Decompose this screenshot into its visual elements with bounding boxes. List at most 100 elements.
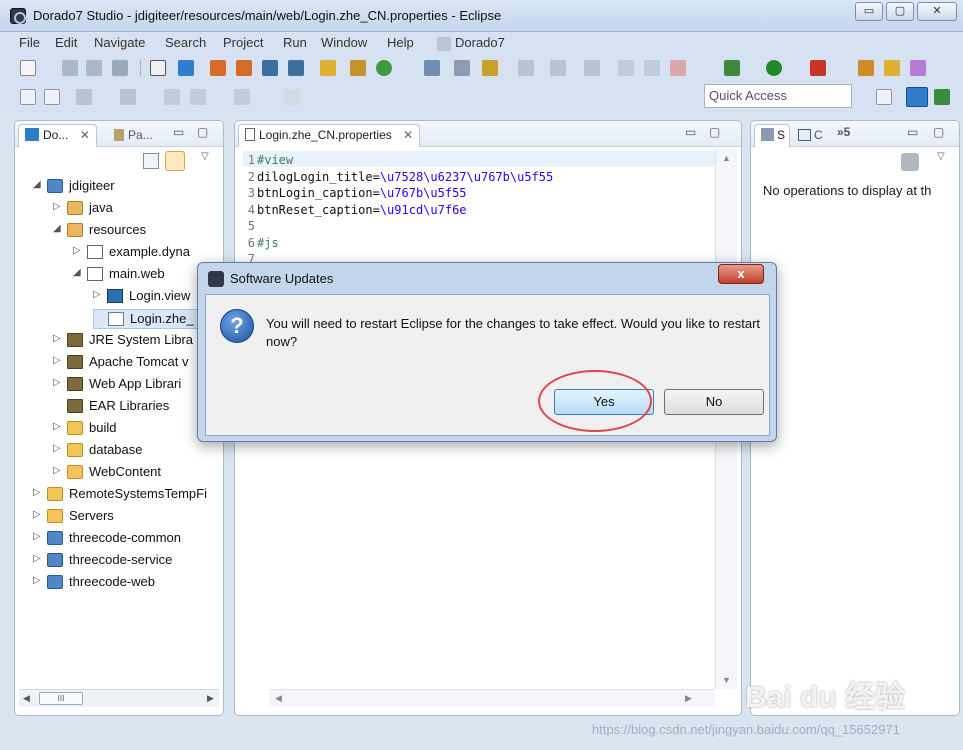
collapsed-arrow-icon[interactable]: ▷	[53, 333, 65, 344]
quick-access-input[interactable]: Quick Access	[704, 84, 852, 108]
collapsed-arrow-icon[interactable]: ▷	[73, 245, 85, 256]
code-line[interactable]: 4 btnReset_caption=\u91cd\u7f6e	[245, 203, 467, 217]
new-icon[interactable]	[20, 60, 36, 76]
menu-window[interactable]: Window	[321, 35, 367, 50]
menu-run[interactable]: Run	[283, 35, 307, 50]
no-button[interactable]: No	[664, 389, 764, 415]
maximize-view-icon[interactable]: ▢	[197, 125, 208, 139]
next-annotation-icon[interactable]	[76, 89, 92, 105]
tree-item[interactable]: ▷ database	[53, 441, 215, 461]
dialog-close-button[interactable]: x	[718, 264, 764, 284]
open-folder-icon[interactable]	[884, 60, 900, 76]
layout-b-icon[interactable]	[44, 89, 60, 105]
terminal-icon[interactable]	[150, 60, 166, 76]
code-line[interactable]: 1 #view	[245, 153, 293, 167]
code-line[interactable]: 2 dilogLogin_title=\u7528\u6237\u767b\u5f…	[245, 170, 553, 184]
tab-package-explorer[interactable]: Pa...	[107, 124, 160, 147]
close-window-button[interactable]: ✕	[917, 2, 957, 21]
debug-icon[interactable]	[724, 60, 740, 76]
collapsed-arrow-icon[interactable]: ▷	[33, 531, 45, 542]
dorado-perspective-button[interactable]	[906, 87, 928, 107]
save-icon[interactable]	[62, 60, 78, 76]
tree-item[interactable]: ▷ example.dyna	[73, 243, 215, 263]
collapsed-arrow-icon[interactable]: ▷	[33, 509, 45, 520]
collapsed-arrow-icon[interactable]: ▷	[53, 421, 65, 432]
minimize-view-icon[interactable]: ▭	[173, 125, 184, 139]
layout-a-icon[interactable]	[20, 89, 36, 105]
code-line[interactable]: 6 #js	[245, 236, 279, 250]
code-line[interactable]: 5	[245, 219, 257, 233]
tool-d-icon[interactable]	[288, 60, 304, 76]
tree-item[interactable]: ▷ threecode-web	[33, 573, 215, 593]
tree-item[interactable]: ▷ RemoteSystemsTempFi	[33, 485, 215, 505]
save-all-icon[interactable]	[86, 60, 102, 76]
collapsed-arrow-icon[interactable]: ▷	[33, 575, 45, 586]
menu-project[interactable]: Project	[223, 35, 263, 50]
collapsed-arrow-icon[interactable]: ▷	[53, 377, 65, 388]
tool-l-icon[interactable]	[584, 60, 600, 76]
collapsed-arrow-icon[interactable]: ▷	[53, 443, 65, 454]
print-icon[interactable]	[112, 60, 128, 76]
scroll-right-icon[interactable]: ▶	[207, 693, 214, 704]
tree-item[interactable]: ▷ WebContent	[53, 463, 215, 483]
tree-horizontal-scrollbar[interactable]: ◀ III ▶	[19, 689, 219, 707]
scroll-left-icon[interactable]: ◀	[23, 693, 30, 704]
tree-item[interactable]: ▷ Apache Tomcat v	[53, 353, 215, 373]
collapsed-arrow-icon[interactable]: ▷	[33, 487, 45, 498]
tab-login-properties[interactable]: Login.zhe_CN.properties ✕	[238, 124, 421, 147]
code-line[interactable]: 3 btnLogin_caption=\u767b\u5f55	[245, 186, 467, 200]
tool-g-icon[interactable]	[424, 60, 440, 76]
tool-k-icon[interactable]	[550, 60, 566, 76]
expanded-arrow-icon[interactable]: ◢	[33, 179, 45, 190]
tree-item[interactable]: ▷ Web App Librari	[53, 375, 215, 395]
close-editor-icon[interactable]: ✕	[403, 128, 413, 142]
tab-c[interactable]: C	[791, 124, 830, 147]
tool-a-icon[interactable]	[210, 60, 226, 76]
maximize-button[interactable]: ▢	[886, 2, 914, 21]
tree-item[interactable]: ◢ resources	[53, 221, 215, 241]
tool-h-icon[interactable]	[454, 60, 470, 76]
tree-item[interactable]: EAR Libraries	[53, 397, 215, 417]
minimize-button[interactable]: ▭	[855, 2, 883, 21]
dorado-perspective-icon[interactable]	[178, 60, 194, 76]
scroll-down-icon[interactable]: ▼	[722, 675, 731, 685]
scrollbar-thumb[interactable]: III	[39, 692, 83, 705]
tool-b-icon[interactable]	[236, 60, 252, 76]
tool-f-icon[interactable]	[350, 60, 366, 76]
collapsed-arrow-icon[interactable]: ▷	[53, 201, 65, 212]
overflow-tabs-button[interactable]: »5	[837, 125, 850, 139]
minimize-right-view-icon[interactable]: ▭	[907, 125, 918, 139]
forward-icon[interactable]	[234, 89, 250, 105]
expanded-arrow-icon[interactable]: ◢	[73, 267, 85, 278]
menu-navigate[interactable]: Navigate	[94, 35, 145, 50]
tree-item[interactable]: ▷ threecode-common	[33, 529, 215, 549]
editor-horizontal-scrollbar[interactable]: ◀ ▶	[269, 689, 715, 707]
editor-scroll-right-icon[interactable]: ▶	[685, 693, 692, 704]
terminate-icon[interactable]	[670, 60, 686, 76]
pen-icon[interactable]	[910, 60, 926, 76]
scroll-up-icon[interactable]: ▲	[722, 153, 731, 163]
menu-search[interactable]: Search	[165, 35, 206, 50]
resume-icon[interactable]	[618, 60, 634, 76]
tree-item[interactable]: ◢ main.web	[73, 265, 215, 285]
maximize-editor-icon[interactable]: ▢	[709, 125, 720, 139]
previous-annotation-icon[interactable]	[120, 89, 136, 105]
menu-file[interactable]: File	[19, 35, 40, 50]
tree-item[interactable]: ▷ build	[53, 419, 215, 439]
menu-help[interactable]: Help	[387, 35, 414, 50]
external-tools-icon[interactable]	[810, 60, 826, 76]
collapsed-arrow-icon[interactable]: ▷	[33, 553, 45, 564]
pin-icon[interactable]	[284, 89, 300, 105]
tree-item[interactable]: ▷ threecode-service	[33, 551, 215, 571]
menu-dorado7[interactable]: Dorado7	[455, 35, 505, 50]
debug-perspective-icon[interactable]	[934, 89, 950, 105]
tool-e-icon[interactable]	[320, 60, 336, 76]
tool-c-icon[interactable]	[262, 60, 278, 76]
view-menu-icon[interactable]: ▽	[201, 151, 209, 162]
tool-i-icon[interactable]	[482, 60, 498, 76]
collapse-all-icon[interactable]	[143, 153, 159, 169]
tab-s[interactable]: S	[754, 124, 791, 147]
back-dropdown-icon[interactable]	[190, 89, 206, 105]
tab-dorado-explorer[interactable]: Do... ✕	[18, 124, 97, 147]
remove-all-icon[interactable]	[901, 153, 919, 171]
